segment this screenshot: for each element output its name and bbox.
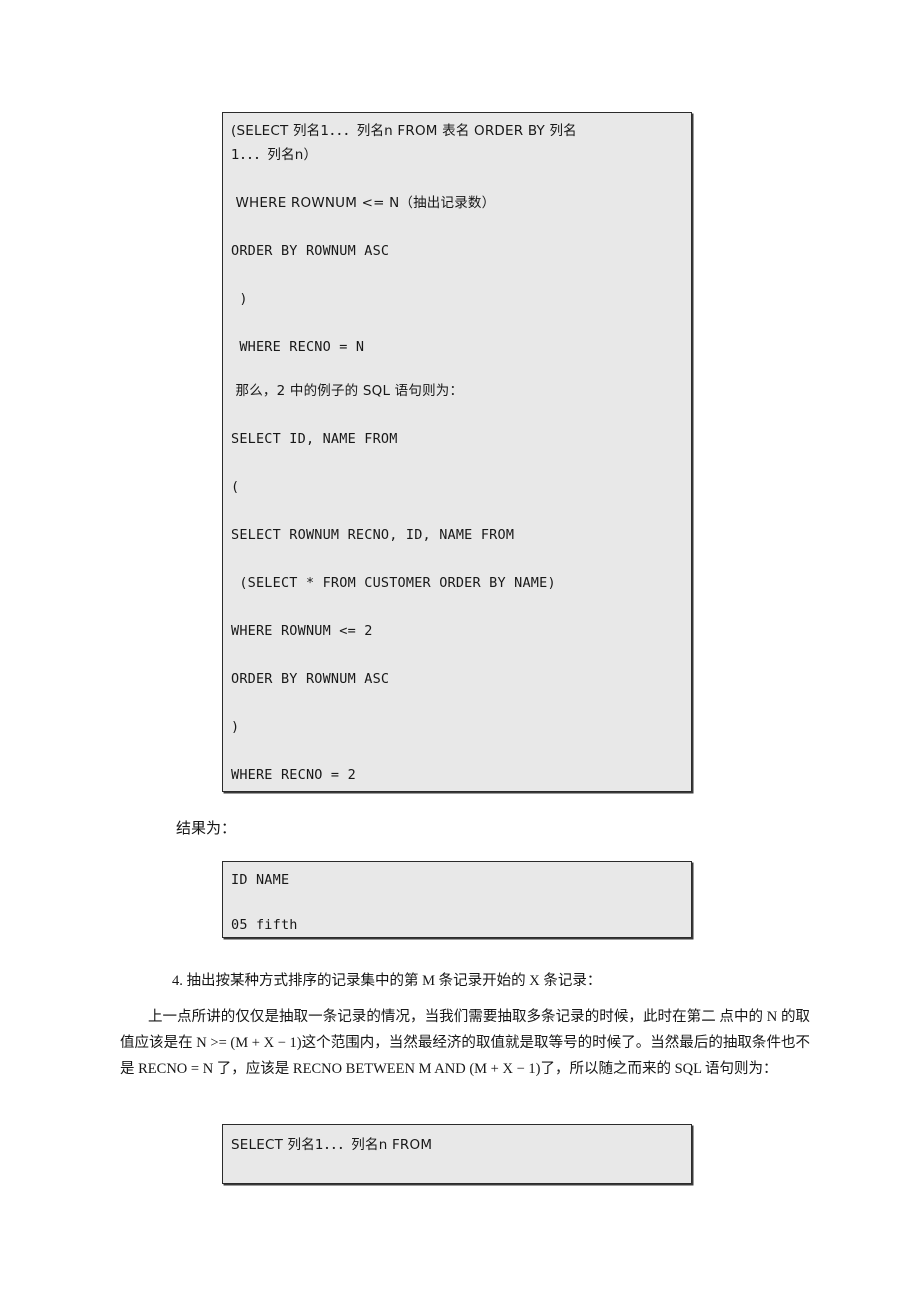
document-page: (SELECT 列名1．．．列名n FROM 表名 ORDER BY 列名 1．．… [0,0,920,1302]
code-line: WHERE ROWNUM <= N（抽出记录数） [231,195,496,211]
code-line: ) [231,291,248,307]
code-line: 05 fifth [231,917,298,933]
result-label: 结果为： [176,821,237,837]
section-body-paragraph: 上一点所讲的仅仅是抽取一条记录的情况，当我们需要抽取多条记录的时候，此时在第二 … [120,1004,810,1082]
code-line: SELECT ROWNUM RECNO, ID, NAME FROM [231,527,515,543]
section-heading: 4. 抽出按某种方式排序的记录集中的第 M 条记录开始的 X 条记录： [172,973,602,989]
code-line: 那么，2 中的例子的 SQL 语句则为： [231,383,464,399]
code-line: WHERE ROWNUM <= 2 [231,623,373,639]
code-line: WHERE RECNO = N [231,339,365,355]
code-line: (SELECT 列名1．．．列名n FROM 表名 ORDER BY 列名 [231,123,577,139]
code-line: ORDER BY ROWNUM ASC [231,671,390,687]
code-line: ID NAME [231,872,290,888]
code-line: SELECT ID, NAME FROM [231,431,398,447]
code-line: (SELECT * FROM CUSTOMER ORDER BY NAME) [231,575,556,591]
paragraph-text: 上一点所讲的仅仅是抽取一条记录的情况，当我们需要抽取多条记录的时候，此时在第二 … [120,1009,810,1077]
code-line: SELECT 列名1．．．列名n FROM [231,1137,433,1153]
sql-template-box: (SELECT 列名1．．．列名n FROM 表名 ORDER BY 列名 1．．… [222,112,692,792]
code-line: WHERE RECNO = 2 [231,767,356,783]
code-line: ( [231,479,240,495]
code-line: 1．．．列名n） [231,147,318,163]
sql-paged-template-box: SELECT 列名1．．．列名n FROM [222,1124,692,1184]
code-line: ORDER BY ROWNUM ASC [231,243,390,259]
code-line: ) [231,719,240,735]
query-result-box: ID NAME 05 fifth [222,861,692,938]
